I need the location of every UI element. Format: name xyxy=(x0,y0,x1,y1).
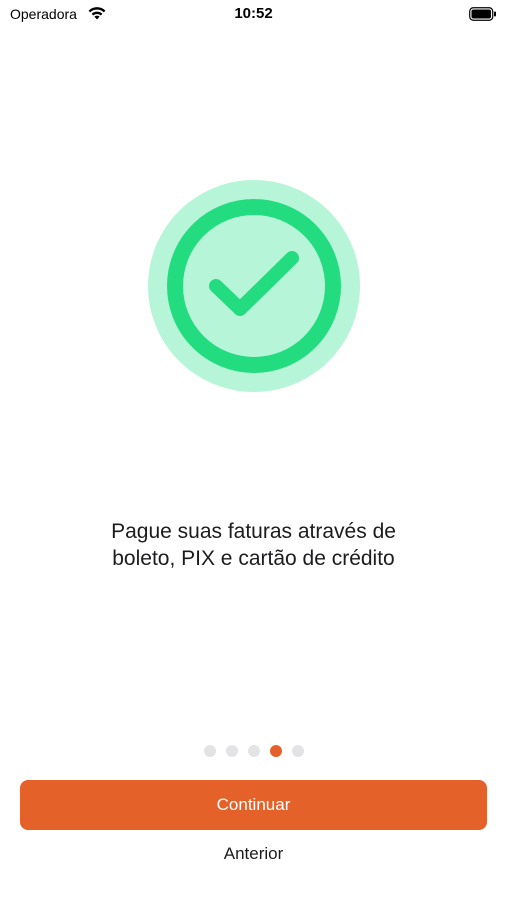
onboarding-screen: Operadora 10:52 Pague suas faturas atrav… xyxy=(0,0,507,900)
page-dot-2[interactable] xyxy=(225,745,238,757)
onboarding-message: Pague suas faturas através de boleto, PI… xyxy=(40,518,467,572)
page-dot-5[interactable] xyxy=(291,745,304,757)
battery-icon xyxy=(469,7,497,26)
page-dot-1[interactable] xyxy=(203,745,216,757)
message-line-1: Pague suas faturas através de xyxy=(111,520,396,543)
page-indicator xyxy=(0,745,507,757)
page-dot-4-active[interactable] xyxy=(269,745,282,757)
page-dot-3[interactable] xyxy=(247,745,260,757)
status-time: 10:52 xyxy=(234,5,273,22)
checkmark-circle-icon xyxy=(148,180,360,392)
message-line-2: boleto, PIX e cartão de crédito xyxy=(112,547,395,570)
continue-button[interactable]: Continuar xyxy=(20,780,487,830)
status-bar: Operadora 10:52 xyxy=(0,0,507,30)
previous-button[interactable]: Anterior xyxy=(0,844,507,864)
